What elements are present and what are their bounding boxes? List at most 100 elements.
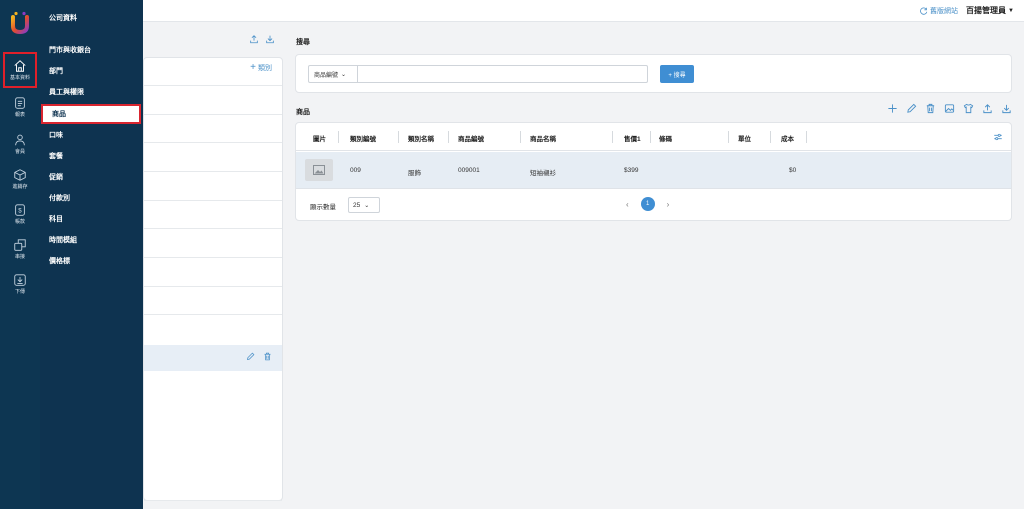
user-name: 百揚管理員	[966, 6, 1007, 15]
column-header[interactable]: 圖片	[313, 133, 326, 143]
rail-label: 進銷存	[12, 184, 28, 190]
cell-product-no: 009001	[458, 167, 480, 174]
pagination: ‹ 1 ›	[626, 197, 669, 211]
column-settings-icon[interactable]	[993, 132, 1003, 142]
category-row-divider	[144, 114, 282, 115]
chevron-down-icon: ⌄	[364, 202, 370, 209]
svg-text:$: $	[18, 208, 22, 215]
search-title: 搜尋	[296, 39, 310, 46]
upload-icon[interactable]	[982, 103, 993, 114]
category-row-divider	[144, 200, 282, 201]
payment-icon: $	[15, 204, 25, 216]
column-divider	[338, 131, 339, 143]
refresh-icon	[920, 7, 928, 15]
submenu-item-promotion[interactable]: 促銷	[40, 167, 143, 186]
table-footer: 顯示數量 25 ⌄ ‹ 1 ›	[296, 190, 1011, 220]
column-divider	[728, 131, 729, 143]
cell-price1: $399	[624, 167, 639, 174]
rail-label: 帳款	[14, 219, 25, 225]
search-field-select[interactable]: 商品編號 ⌄	[308, 65, 358, 83]
submenu-item-products[interactable]: 商品	[41, 104, 141, 124]
products-toolbar	[887, 103, 1012, 114]
download-icon[interactable]	[1001, 103, 1012, 114]
column-divider	[448, 131, 449, 143]
cell-cost: $0	[789, 167, 797, 174]
submenu-item-staff[interactable]: 員工與權限	[40, 82, 143, 101]
submenu-item-price-tag[interactable]: 價格標	[40, 251, 143, 270]
upload-icon[interactable]	[249, 34, 259, 44]
user-menu[interactable]: 百揚管理員 ▼	[966, 5, 1014, 16]
category-row-divider	[144, 500, 282, 501]
submenu-item-payment-type[interactable]: 付款別	[40, 188, 143, 207]
rail-item-payment[interactable]: $ 帳款	[3, 196, 37, 232]
rail-item-report[interactable]: 報表	[3, 89, 37, 125]
caret-down-icon: ▼	[1008, 7, 1014, 14]
column-divider	[612, 131, 613, 143]
page-number-button[interactable]: 1	[640, 197, 655, 211]
rail-item-download[interactable]: 下傳	[3, 266, 37, 302]
rail-item-inventory[interactable]: 進銷存	[3, 161, 37, 197]
category-row-divider	[144, 142, 282, 143]
icon-rail: 基本資料 報表 會員 進銷存 $ 帳款 串接 下傳	[0, 0, 40, 509]
rail-label: 報表	[14, 112, 25, 118]
product-thumbnail	[305, 159, 333, 181]
table-row[interactable]: 009 服飾 009001 短袖襯衫 $399 $0	[296, 152, 1011, 189]
search-input[interactable]	[357, 65, 648, 83]
rail-item-basic-data[interactable]: 基本資料	[3, 52, 37, 88]
column-divider	[520, 131, 521, 143]
plus-icon: +	[250, 62, 256, 73]
add-icon[interactable]	[887, 103, 898, 114]
rail-item-member[interactable]: 會員	[3, 126, 37, 162]
old-site-link[interactable]: 舊版網站	[920, 6, 958, 16]
column-header[interactable]: 類別編號	[350, 133, 376, 143]
edit-icon[interactable]	[246, 352, 255, 361]
cell-category-no: 009	[350, 167, 361, 174]
image-placeholder-icon	[313, 165, 325, 175]
category-row-divider	[144, 85, 282, 86]
column-header[interactable]: 商品編號	[458, 133, 484, 143]
page-size-select[interactable]: 25 ⌄	[348, 197, 380, 213]
page-size-value: 25	[353, 201, 361, 209]
image-icon[interactable]	[944, 103, 955, 114]
add-category-button[interactable]: + 類別	[250, 63, 272, 73]
submenu-item-flavor[interactable]: 口味	[40, 125, 143, 144]
submenu-item-stores[interactable]: 門市與收銀台	[40, 40, 143, 59]
submenu-item-department[interactable]: 部門	[40, 61, 143, 80]
logo	[11, 11, 29, 35]
top-bar: 舊版網站 百揚管理員 ▼	[0, 0, 1024, 22]
submenu-item-combo[interactable]: 套餐	[40, 146, 143, 165]
report-icon	[15, 97, 25, 109]
column-header[interactable]: 類別名稱	[408, 133, 434, 143]
trash-icon[interactable]	[263, 352, 272, 361]
trash-icon[interactable]	[925, 103, 936, 114]
category-row-divider	[144, 257, 282, 258]
category-row-divider	[144, 171, 282, 172]
cell-category-name: 服飾	[408, 170, 421, 177]
home-icon	[14, 60, 26, 72]
search-button[interactable]: + 搜尋	[660, 65, 694, 83]
search-box: 商品編號 ⌄ + 搜尋	[295, 54, 1012, 93]
rail-label: 會員	[14, 149, 25, 155]
submenu-item-time-module[interactable]: 時間模組	[40, 230, 143, 249]
download-icon[interactable]	[265, 34, 275, 44]
inventory-icon	[14, 169, 26, 181]
integration-icon	[14, 239, 26, 251]
submenu-item-company[interactable]: 公司資料	[40, 8, 143, 27]
rail-item-integration[interactable]: 串接	[3, 231, 37, 267]
rail-label: 下傳	[14, 289, 25, 295]
column-header[interactable]: 單位	[738, 133, 751, 143]
prev-page-icon[interactable]: ‹	[626, 200, 629, 209]
column-divider	[650, 131, 651, 143]
next-page-icon[interactable]: ›	[667, 200, 670, 209]
shirt-icon[interactable]	[963, 103, 974, 114]
submenu-panel: 公司資料 門市與收銀台 部門 員工與權限 商品 口味 套餐 促銷 付款別 科目 …	[40, 0, 143, 509]
products-table: 圖片 類別編號 類別名稱 商品編號 商品名稱 售價1 條碼 單位 成本 009 …	[295, 122, 1012, 221]
column-header[interactable]: 商品名稱	[530, 133, 556, 143]
column-header[interactable]: 成本	[781, 133, 794, 143]
edit-icon[interactable]	[906, 103, 917, 114]
submenu-item-account[interactable]: 科目	[40, 209, 143, 228]
column-header[interactable]: 售價1	[624, 133, 641, 143]
category-row-selected[interactable]	[144, 345, 282, 371]
column-header[interactable]: 條碼	[659, 133, 672, 143]
table-header: 圖片 類別編號 類別名稱 商品編號 商品名稱 售價1 條碼 單位 成本	[296, 123, 1011, 151]
